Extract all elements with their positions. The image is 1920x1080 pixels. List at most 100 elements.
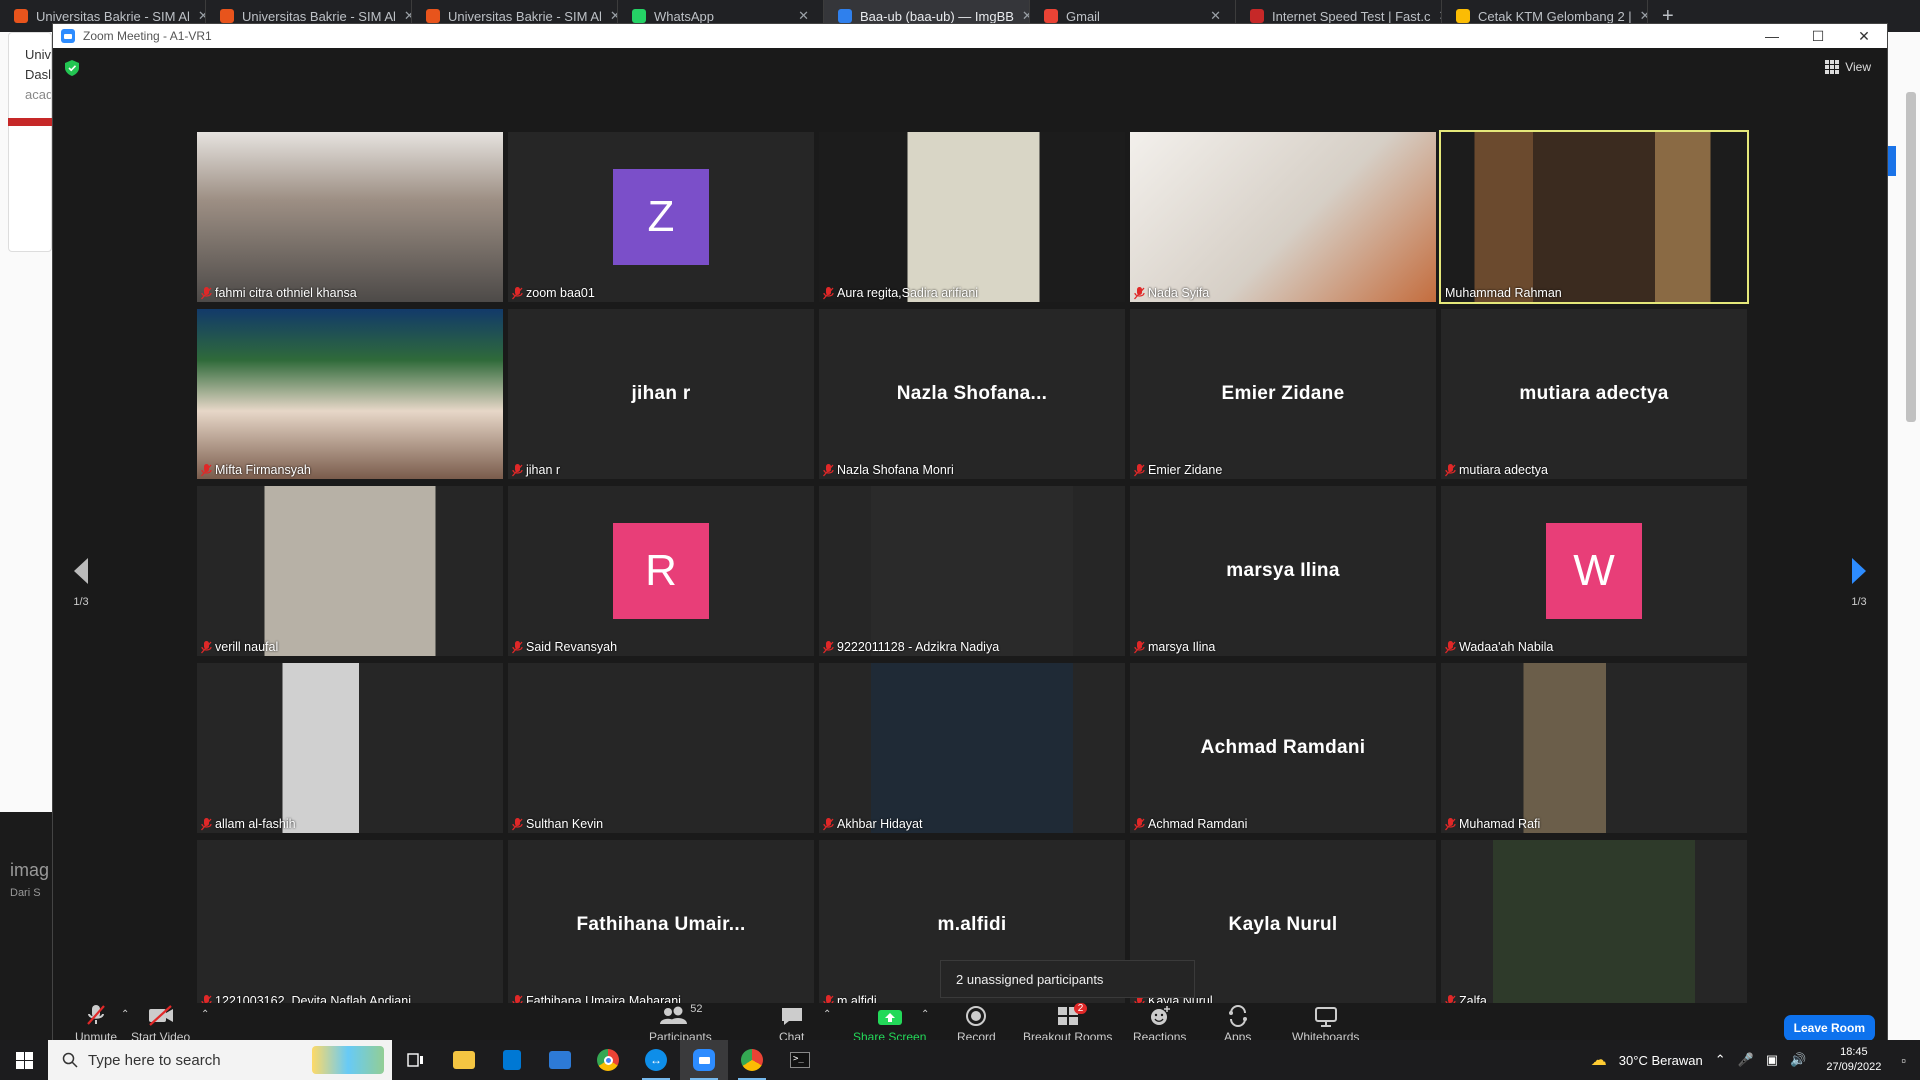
participant-tile[interactable]: Muhamad Rafi <box>1441 663 1747 833</box>
participant-name: Emier Zidane <box>1148 463 1223 477</box>
tab-close-icon[interactable]: ✕ <box>1210 8 1221 24</box>
audio-options-caret[interactable]: ⌃ <box>121 1009 129 1020</box>
tab-close-icon[interactable]: ✕ <box>1640 8 1647 24</box>
gallery-grid: fahmi citra othniel khansa Zzoom baa01 Aur… <box>197 130 1750 1010</box>
microsoft-store-icon[interactable] <box>488 1040 536 1080</box>
leave-room-button[interactable]: Leave Room <box>1783 1015 1875 1041</box>
participant-tile[interactable]: Akhbar Hidayat <box>819 663 1125 833</box>
participant-tile[interactable]: Aura regita,Sadira arifiani <box>819 132 1125 302</box>
microphone-muted-icon <box>512 640 523 654</box>
participant-tile[interactable]: verill naufal <box>197 486 503 656</box>
tab-close-icon[interactable]: ✕ <box>198 8 205 24</box>
minimize-icon[interactable]: — <box>1749 24 1795 48</box>
participant-tile[interactable]: Achmad Ramdani Achmad Ramdani <box>1130 663 1436 833</box>
file-explorer-icon[interactable] <box>440 1040 488 1080</box>
participant-tile[interactable]: Nazla Shofana... Nazla Shofana Monri <box>819 309 1125 479</box>
share-options-caret[interactable]: ⌃ <box>921 1009 929 1020</box>
encryption-shield-icon[interactable] <box>65 60 79 76</box>
participant-tile[interactable]: Zzoom baa01 <box>508 132 814 302</box>
browser-scrollbar[interactable] <box>1906 92 1916 422</box>
mail-icon[interactable] <box>536 1040 584 1080</box>
participant-display-name: Fathihana Umair... <box>576 914 746 935</box>
participant-video <box>819 663 1125 833</box>
record-button[interactable]: Record <box>957 1003 996 1044</box>
participant-tile[interactable]: Sulthan Kevin <box>508 663 814 833</box>
zoom-taskbar-icon[interactable] <box>680 1040 728 1080</box>
next-page-button[interactable]: 1/3 <box>1847 558 1871 608</box>
chat-options-caret[interactable]: ⌃ <box>823 1009 831 1020</box>
participant-name-caption: Muhamad Rafi <box>1445 817 1540 831</box>
chat-button[interactable]: Chat <box>779 1003 804 1044</box>
participant-name: fahmi citra othniel khansa <box>215 286 357 300</box>
clock[interactable]: 18:45 27/09/2022 <box>1812 1045 1895 1075</box>
tab-favicon-icon <box>220 9 234 23</box>
participant-video <box>1130 132 1436 302</box>
participant-tile[interactable]: Muhammad Rahman <box>1439 130 1749 304</box>
participant-tile[interactable]: mutiara adectya mutiara adectya <box>1441 309 1747 479</box>
apps-button[interactable]: Apps <box>1224 1003 1251 1044</box>
network-icon[interactable]: ▣ <box>1760 1052 1784 1068</box>
participant-tile[interactable]: jihan r jihan r <box>508 309 814 479</box>
participant-tile[interactable]: Mifta Firmansyah <box>197 309 503 479</box>
tab-favicon-icon <box>632 9 646 23</box>
close-icon[interactable]: ✕ <box>1841 24 1887 48</box>
fragment-red-bar <box>8 118 52 126</box>
terminal-icon[interactable]: >_ <box>776 1040 824 1080</box>
tooltip-text: 2 unassigned participants <box>956 971 1104 987</box>
participant-tile[interactable]: Zalfa <box>1441 840 1747 1010</box>
apps-icon <box>1228 1005 1247 1027</box>
weather-text[interactable]: 30°C Berawan <box>1613 1053 1709 1068</box>
participant-tile[interactable]: Nada Syifa <box>1130 132 1436 302</box>
microphone-icon[interactable]: 🎤 <box>1732 1052 1760 1068</box>
previous-page-button[interactable]: 1/3 <box>69 558 93 608</box>
participant-tile[interactable]: allam al-fashih <box>197 663 503 833</box>
notifications-icon[interactable]: ▫ <box>1895 1053 1920 1068</box>
participant-tile[interactable]: Fathihana Umair... Fathihana Umaira Mahar… <box>508 840 814 1010</box>
participant-name-caption: Wadaa'ah Nabila <box>1445 640 1553 654</box>
start-button[interactable] <box>0 1040 48 1080</box>
participant-name: verill naufal <box>215 640 279 654</box>
breakout-rooms-button[interactable]: 2 Breakout Rooms <box>1023 1003 1112 1044</box>
participant-tile[interactable]: 1221003162_Devita Naflah Andjani <box>197 840 503 1010</box>
participant-tile[interactable]: fahmi citra othniel khansa <box>197 132 503 302</box>
participant-display-name: marsya Ilina <box>1226 560 1340 581</box>
participant-tile[interactable]: marsya Ilina marsya Ilina <box>1130 486 1436 656</box>
share-screen-button[interactable]: Share Screen <box>853 1003 926 1044</box>
view-button[interactable]: View <box>1825 60 1871 74</box>
volume-icon[interactable]: 🔊 <box>1784 1052 1812 1068</box>
taskbar-search[interactable]: Type here to search <box>48 1040 392 1080</box>
participant-display-name: Nazla Shofana... <box>896 383 1048 404</box>
unmute-button[interactable]: Unmute <box>75 1003 117 1044</box>
tab-close-icon[interactable]: ✕ <box>798 8 809 24</box>
participant-name: Muhamad Rafi <box>1459 817 1541 831</box>
start-video-button[interactable]: Start Video <box>131 1003 190 1044</box>
maximize-icon[interactable]: ☐ <box>1795 24 1841 48</box>
tab-close-icon[interactable]: ✕ <box>404 8 411 24</box>
tab-favicon-icon <box>1456 9 1470 23</box>
tab-close-icon[interactable]: ✕ <box>1022 8 1029 24</box>
reactions-button[interactable]: Reactions <box>1133 1003 1186 1044</box>
teamviewer-icon[interactable]: ↔ <box>632 1040 680 1080</box>
tab-title: Internet Speed Test | Fast.c <box>1272 8 1431 24</box>
task-view-icon[interactable] <box>392 1040 440 1080</box>
participant-name-caption: fahmi citra othniel khansa <box>201 286 357 300</box>
whiteboards-button[interactable]: Whiteboards <box>1292 1003 1359 1044</box>
tab-title: Universitas Bakrie - SIM Al <box>448 8 602 24</box>
video-options-caret[interactable]: ⌃ <box>201 1009 209 1020</box>
participant-tile[interactable]: 9222011128 - Adzikra Nadiya <box>819 486 1125 656</box>
chrome-profile-icon[interactable] <box>728 1040 776 1080</box>
chrome-icon[interactable] <box>584 1040 632 1080</box>
chevron-up-icon[interactable]: ⌃ <box>1709 1052 1732 1068</box>
participant-avatar: Z <box>613 169 709 265</box>
microphone-muted-icon <box>512 817 523 831</box>
participant-tile[interactable]: R Said Revansyah <box>508 486 814 656</box>
microphone-muted-icon <box>1134 286 1145 300</box>
weather-icon[interactable]: ☁ <box>1585 1050 1613 1070</box>
tab-title: Baa-ub (baa-ub) — ImgBB <box>860 8 1014 24</box>
participants-button[interactable]: 52 Participants <box>649 1003 712 1044</box>
participant-name-caption: Aura regita,Sadira arifiani <box>823 286 978 300</box>
tab-close-icon[interactable]: ✕ <box>610 8 617 24</box>
participant-name: mutiara adectya <box>1459 463 1548 477</box>
participant-tile[interactable]: Emier Zidane Emier Zidane <box>1130 309 1436 479</box>
participant-tile[interactable]: W Wadaa'ah Nabila <box>1441 486 1747 656</box>
